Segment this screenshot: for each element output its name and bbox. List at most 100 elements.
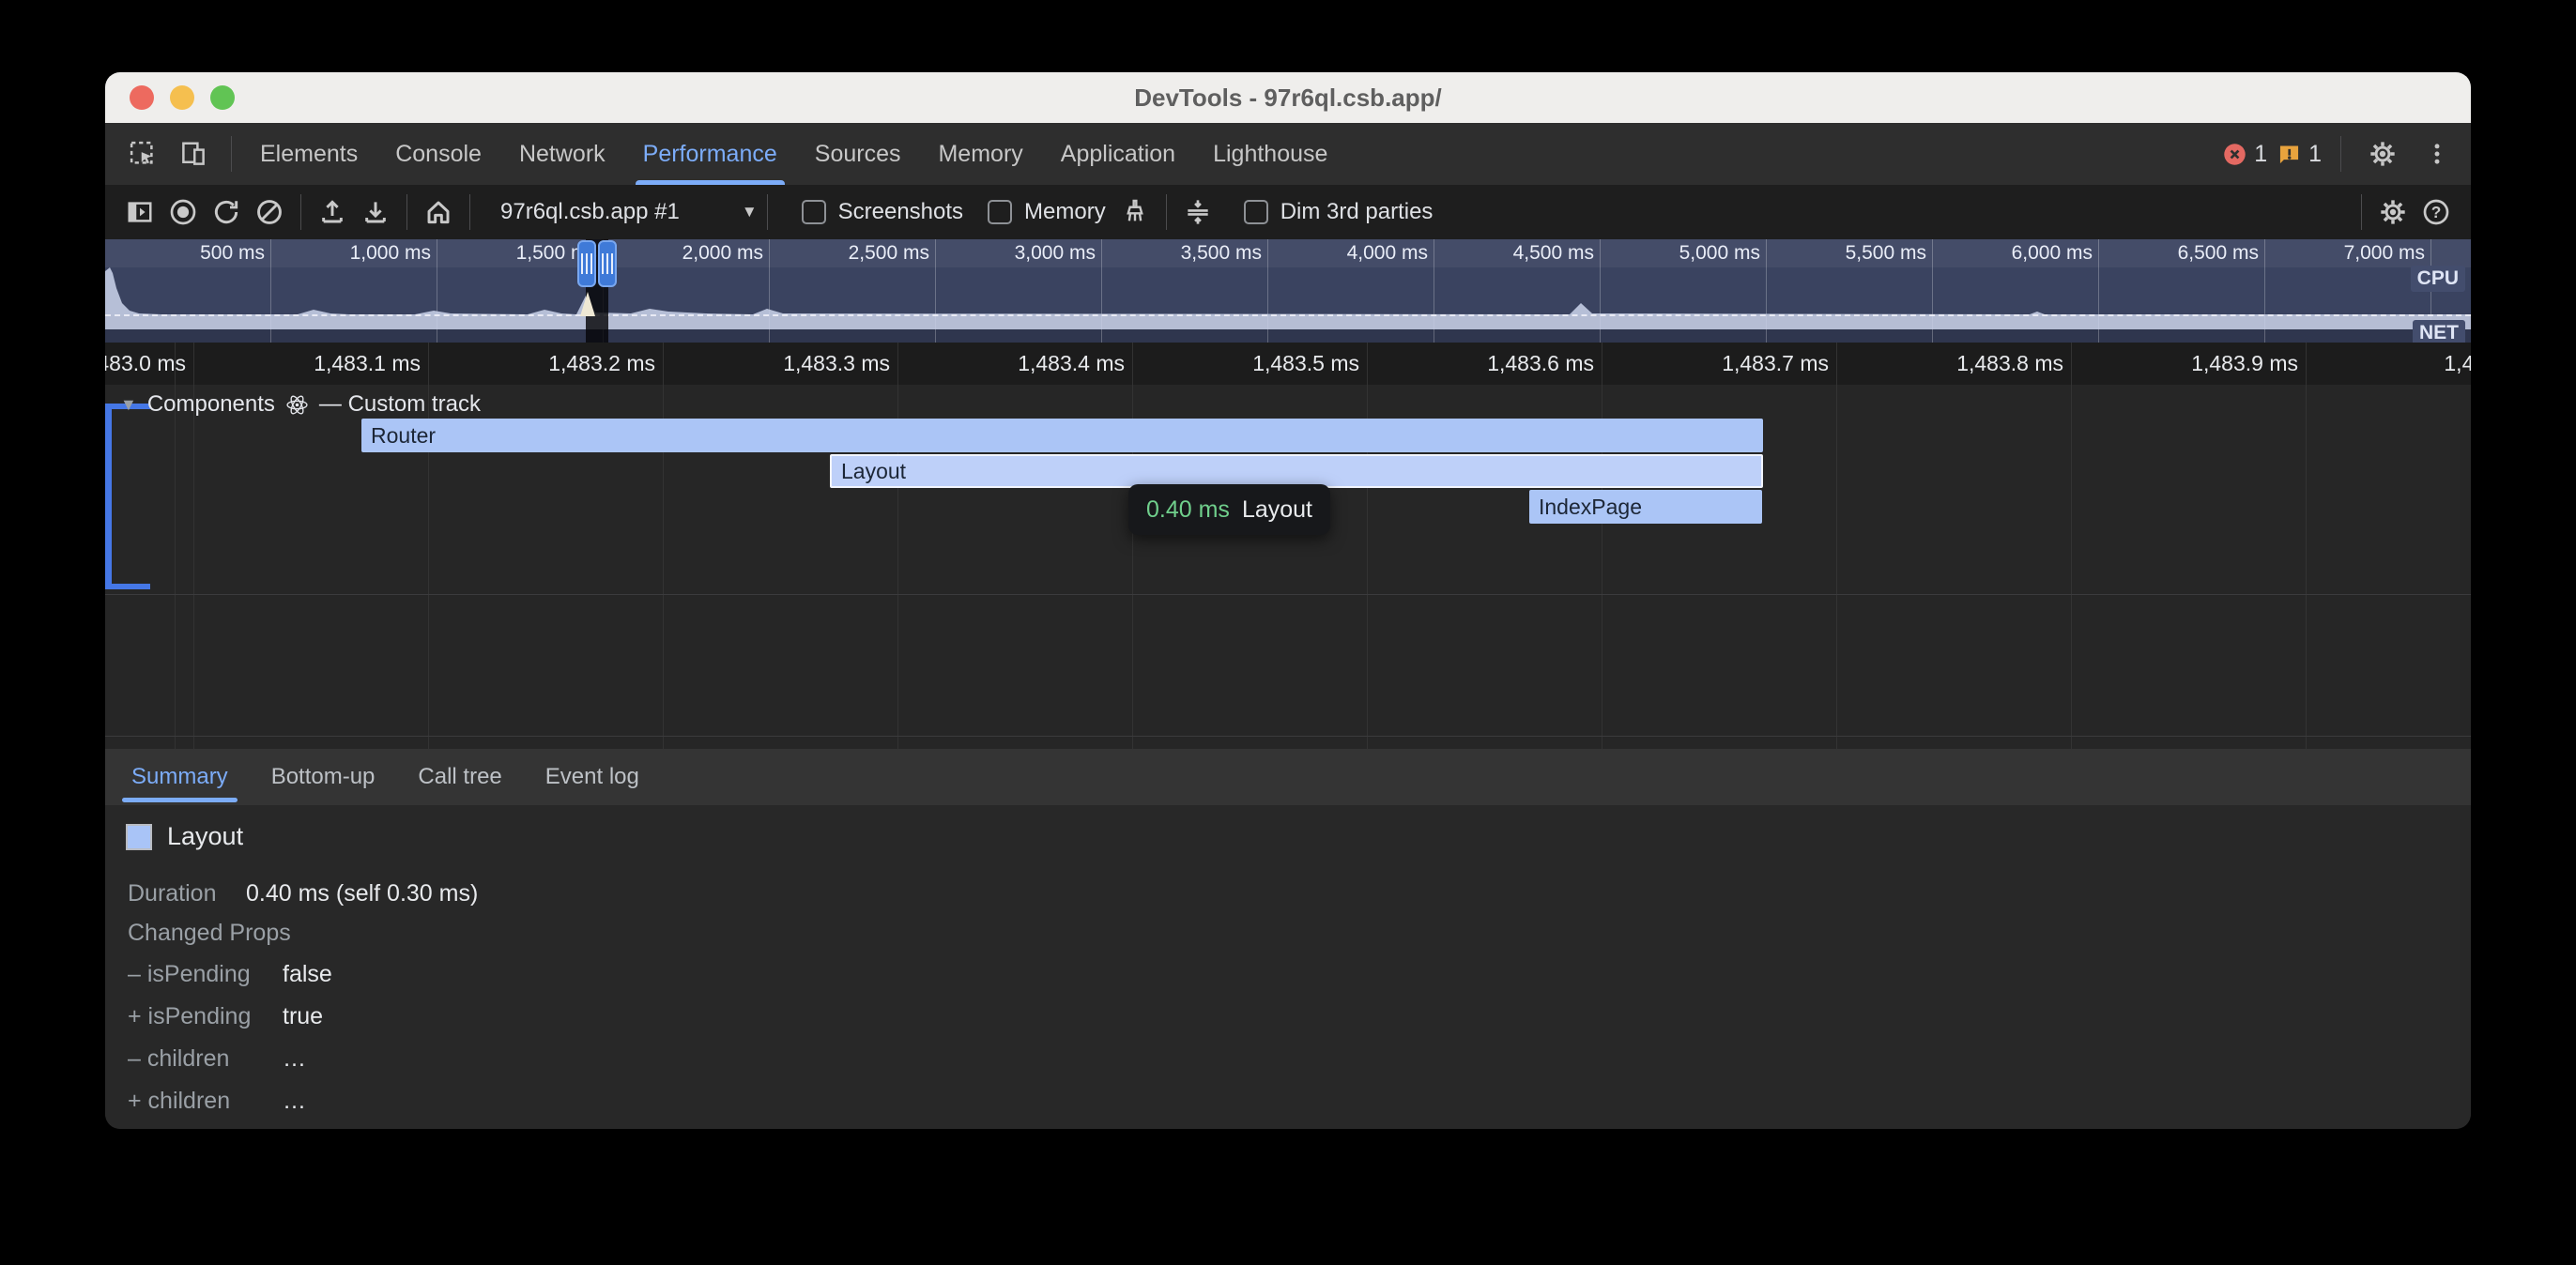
ruler-tick: 1,483.1 ms	[186, 343, 428, 385]
help-icon: ?	[2421, 197, 2451, 227]
prop-value: …	[283, 1044, 306, 1073]
details-tabbar: Summary Bottom-up Call tree Event log	[105, 749, 2471, 805]
settings-button[interactable]	[2360, 131, 2405, 176]
checkbox-box	[802, 200, 826, 224]
tab-application[interactable]: Application	[1042, 123, 1194, 185]
throttling-shortcut-button[interactable]	[1176, 191, 1219, 234]
panel-tabs: Elements Console Network Performance Sou…	[241, 123, 1346, 185]
collect-garbage-button[interactable]	[1113, 191, 1157, 234]
timeline-overview[interactable]: 500 ms 1,000 ms 1,500 ms 2,000 ms 2,500 …	[105, 239, 2471, 343]
flamechart-time-ruler: 1,483.0 ms 1,483.1 ms 1,483.2 ms 1,483.3…	[105, 343, 2471, 385]
flame-tooltip: 0.40 ms Layout	[1128, 484, 1330, 535]
tab-summary[interactable]: Summary	[116, 749, 243, 805]
prop-value: …	[283, 1087, 306, 1115]
performance-toolbar: 97r6ql.csb.app #1 ▼ Screenshots Memory D…	[105, 185, 2471, 239]
clear-button[interactable]	[248, 191, 291, 234]
upload-icon	[317, 197, 347, 227]
warning-badge[interactable]: 1	[2277, 141, 2322, 168]
inspect-icon	[129, 140, 157, 168]
more-options-button[interactable]	[2415, 131, 2460, 176]
track-divider	[105, 736, 2471, 737]
inspect-element-button[interactable]	[120, 131, 165, 176]
main-tabbar: Elements Console Network Performance Sou…	[105, 123, 2471, 185]
tooltip-label: Layout	[1242, 496, 1312, 524]
tab-call-tree[interactable]: Call tree	[403, 749, 516, 805]
warning-icon	[2277, 142, 2302, 167]
track-header-components[interactable]: ▼ Components — Custom track	[120, 391, 481, 418]
react-atom-icon	[285, 393, 309, 417]
changed-props-header: Changed Props	[128, 919, 291, 947]
selection-handle-right[interactable]	[598, 240, 617, 287]
screenshots-label: Screenshots	[838, 199, 963, 225]
divider	[1166, 194, 1167, 230]
divider	[406, 194, 407, 230]
prop-name: + isPending	[128, 1002, 283, 1030]
tab-console[interactable]: Console	[376, 123, 500, 185]
prop-row: + children …	[128, 1087, 306, 1115]
error-badge[interactable]: 1	[2222, 141, 2267, 168]
chevron-down-icon[interactable]: ▼	[742, 203, 758, 221]
prop-row: + isPending true	[128, 1002, 323, 1030]
prop-name: – children	[128, 1044, 283, 1073]
tab-network[interactable]: Network	[500, 123, 624, 185]
device-toolbar-button[interactable]	[171, 131, 216, 176]
ruler-tick: 1,483.2 ms	[421, 343, 663, 385]
tab-memory[interactable]: Memory	[919, 123, 1041, 185]
capture-settings-button[interactable]	[2371, 191, 2415, 234]
history-select[interactable]: 97r6ql.csb.app #1	[500, 199, 680, 225]
screenshots-checkbox[interactable]: Screenshots	[802, 199, 963, 225]
duration-label: Duration	[128, 879, 246, 907]
checkbox-box	[988, 200, 1012, 224]
divider	[300, 194, 301, 230]
ruler-tick: 1,484 ms	[2298, 343, 2471, 385]
ruler-tick: 1,483.6 ms	[1359, 343, 1602, 385]
prop-row: – children …	[128, 1044, 306, 1073]
tab-event-log[interactable]: Event log	[530, 749, 654, 805]
toggle-sidebar-button[interactable]	[118, 191, 161, 234]
cpu-lane-label: CPU	[2411, 266, 2465, 292]
window-title: DevTools - 97r6ql.csb.app/	[105, 72, 2471, 123]
selected-track-bracket	[105, 404, 112, 589]
record-button[interactable]	[161, 191, 205, 234]
save-profile-button[interactable]	[354, 191, 397, 234]
reload-icon	[211, 197, 241, 227]
record-and-reload-button[interactable]	[205, 191, 248, 234]
tab-sources[interactable]: Sources	[796, 123, 920, 185]
prop-row: – isPending false	[128, 960, 332, 988]
help-button[interactable]: ?	[2415, 191, 2458, 234]
tab-elements[interactable]: Elements	[241, 123, 376, 185]
tooltip-duration: 0.40 ms	[1146, 496, 1230, 524]
ruler-tick: 1,483.4 ms	[890, 343, 1132, 385]
load-profile-button[interactable]	[311, 191, 354, 234]
tab-bottom-up[interactable]: Bottom-up	[256, 749, 391, 805]
flame-bar-router[interactable]: Router	[361, 419, 1763, 452]
flame-bar-layout[interactable]: Layout	[830, 454, 1763, 488]
divider	[767, 194, 768, 230]
kebab-menu-icon	[2424, 141, 2450, 167]
error-icon	[2222, 142, 2247, 167]
ruler-tick: 1,483.5 ms	[1125, 343, 1367, 385]
tab-performance[interactable]: Performance	[624, 123, 796, 185]
ruler-tick: 1,483.9 ms	[2063, 343, 2306, 385]
warning-count: 1	[2308, 141, 2322, 168]
flamechart-area[interactable]: ▼ Components — Custom track Router Layou…	[105, 385, 2471, 749]
flame-bar-indexpage[interactable]: IndexPage	[1529, 490, 1762, 524]
prop-value: false	[283, 960, 332, 988]
memory-checkbox[interactable]: Memory	[988, 199, 1106, 225]
expander-triangle-icon[interactable]: ▼	[120, 395, 137, 415]
prop-name: – isPending	[128, 960, 283, 988]
svg-text:?: ?	[2431, 203, 2442, 221]
prop-name: + children	[128, 1087, 283, 1115]
net-lane-label: NET	[2413, 320, 2465, 343]
cpu-activity-sparkline	[105, 239, 2471, 343]
memory-label: Memory	[1024, 199, 1106, 225]
track-subtitle: — Custom track	[319, 391, 481, 418]
ruler-tick: 1,483.7 ms	[1594, 343, 1836, 385]
event-title: Layout	[167, 822, 243, 851]
record-icon	[168, 197, 198, 227]
selection-handle-left[interactable]	[577, 240, 596, 287]
live-metrics-home-button[interactable]	[417, 191, 460, 234]
dim-3rd-parties-checkbox[interactable]: Dim 3rd parties	[1244, 199, 1434, 225]
changed-props-label: Changed Props	[128, 919, 291, 947]
tab-lighthouse[interactable]: Lighthouse	[1194, 123, 1346, 185]
